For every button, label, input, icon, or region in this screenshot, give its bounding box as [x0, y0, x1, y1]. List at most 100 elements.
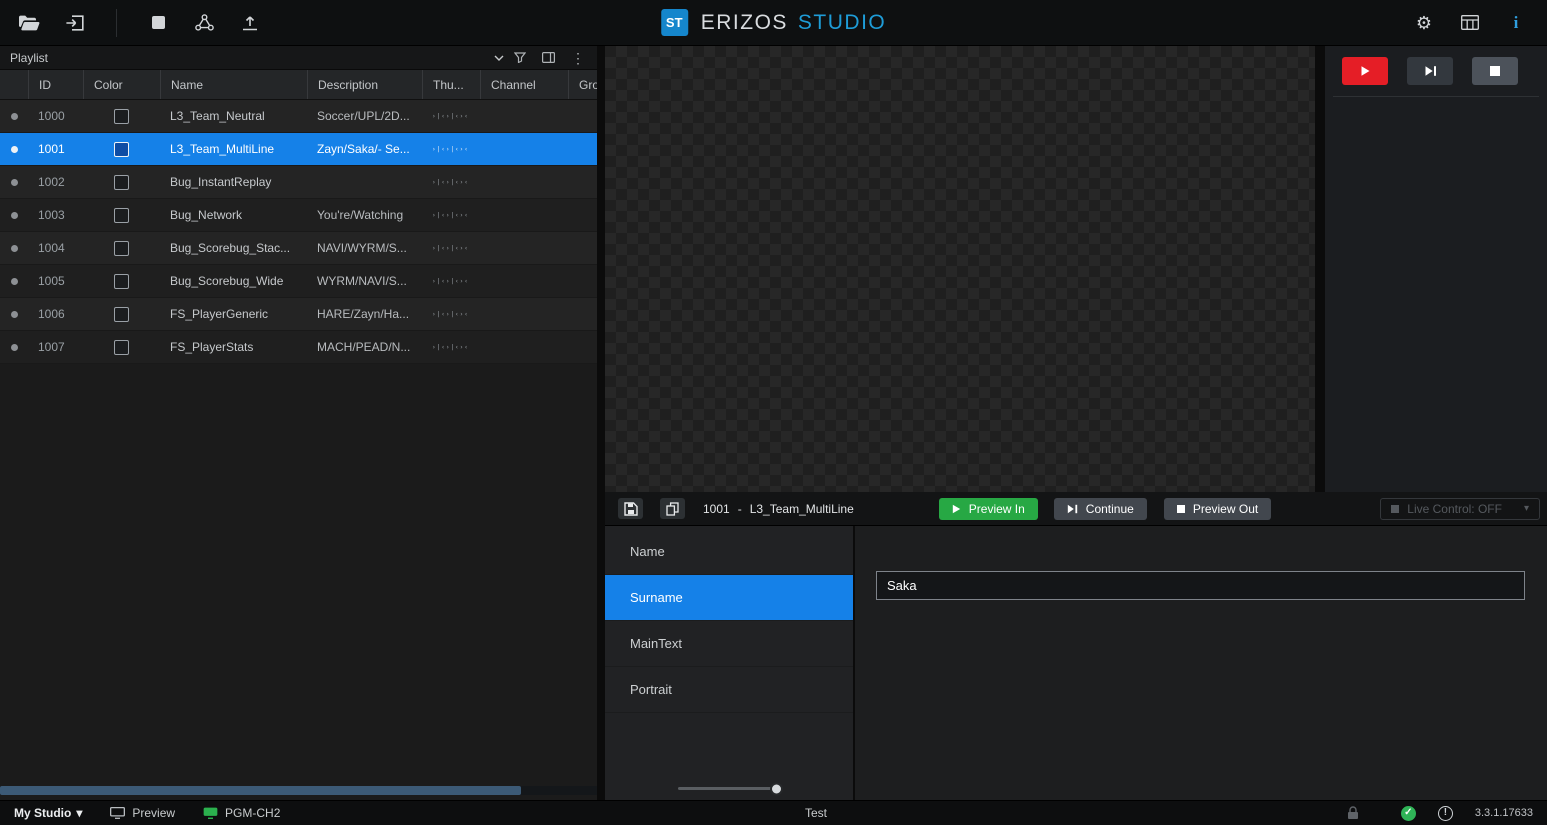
copy-button[interactable]: [660, 498, 685, 519]
row-id: 1004: [28, 232, 83, 264]
center-region: 1001 - L3_Team_MultiLine Preview In Cont…: [605, 46, 1547, 800]
open-folder-button[interactable]: [16, 9, 42, 37]
row-id: 1000: [28, 100, 83, 132]
row-name: Bug_Scorebug_Stac...: [160, 232, 307, 264]
column-header-channel[interactable]: Channel: [480, 70, 568, 99]
filter-button[interactable]: [514, 52, 526, 63]
property-item-name[interactable]: Name: [605, 529, 853, 575]
connection-ok-indicator[interactable]: ✓: [1401, 806, 1416, 821]
save-button[interactable]: [618, 498, 643, 519]
playlist-title: Playlist: [10, 51, 48, 65]
layout-button[interactable]: [1457, 9, 1483, 37]
row-color-checkbox[interactable]: [114, 208, 129, 223]
program-channel-indicator[interactable]: PGM-CH2: [203, 806, 280, 820]
table-row[interactable]: 1002 Bug_InstantReplay ›|‹›|‹›‹: [0, 166, 597, 199]
horizontal-scrollbar[interactable]: [0, 786, 597, 795]
funnel-icon: [514, 52, 526, 63]
continue-button[interactable]: Continue: [1054, 498, 1147, 520]
table-row[interactable]: 1006 FS_PlayerGeneric HARE/Zayn/Ha... ›|…: [0, 298, 597, 331]
playlist-body: 1000 L3_Team_Neutral Soccer/UPL/2D... ›|…: [0, 100, 597, 364]
studio-selector[interactable]: My Studio ▾: [14, 806, 82, 820]
engine-logo-icon: ›|‹›|‹›‹: [432, 212, 469, 219]
save-icon: [624, 502, 638, 516]
column-header-id[interactable]: ID: [28, 70, 83, 99]
row-channel: [480, 133, 568, 165]
preview-out-button[interactable]: Preview Out: [1164, 498, 1271, 520]
table-row[interactable]: 1003 Bug_Network You're/Watching ›|‹›|‹›…: [0, 199, 597, 232]
column-header-grou[interactable]: Grou...: [568, 70, 597, 99]
next-button[interactable]: [1407, 57, 1453, 85]
property-value-editor: [855, 526, 1547, 800]
import-icon: [66, 15, 84, 31]
playlist-header-tools: ⋮: [514, 51, 589, 65]
playlist-menu-button[interactable]: ⋮: [571, 51, 585, 65]
property-item-portrait[interactable]: Portrait: [605, 667, 853, 713]
column-header-name[interactable]: Name: [160, 70, 307, 99]
about-button[interactable]: i: [1503, 9, 1529, 37]
slider-knob[interactable]: [770, 782, 783, 795]
row-name: Bug_Network: [160, 199, 307, 231]
stop-button[interactable]: [1472, 57, 1518, 85]
row-description: MACH/PEAD/N...: [307, 331, 422, 363]
table-row[interactable]: 1007 FS_PlayerStats MACH/PEAD/N... ›|‹›|…: [0, 331, 597, 364]
brand-primary: ERIZOS: [701, 11, 788, 34]
table-row[interactable]: 1000 L3_Team_Neutral Soccer/UPL/2D... ›|…: [0, 100, 597, 133]
row-color-checkbox[interactable]: [114, 340, 129, 355]
row-color-checkbox[interactable]: [114, 142, 129, 157]
preview-channel-indicator[interactable]: Preview: [110, 806, 175, 820]
lock-indicator[interactable]: [1347, 806, 1359, 820]
property-item-surname[interactable]: Surname: [605, 575, 853, 621]
table-row[interactable]: 1001 L3_Team_MultiLine Zayn/Saka/- Se...…: [0, 133, 597, 166]
property-item-maintext[interactable]: MainText: [605, 621, 853, 667]
property-value-input[interactable]: [876, 571, 1525, 600]
row-description: WYRM/NAVI/S...: [307, 265, 422, 297]
app-title: ERIZOSSTUDIO: [701, 11, 887, 35]
preview-channel-label: Preview: [132, 806, 175, 820]
engine-logo-icon: ›|‹›|‹›‹: [432, 311, 469, 318]
preview-in-button[interactable]: Preview In: [939, 498, 1038, 520]
row-group: [568, 199, 597, 231]
panel-icon: [542, 52, 555, 63]
import-playlist-button[interactable]: [62, 9, 88, 37]
cluster-button[interactable]: [191, 9, 217, 37]
lock-icon: [1347, 806, 1359, 820]
column-header-thu[interactable]: Thu...: [422, 70, 480, 99]
stop-icon: [1177, 505, 1185, 513]
transport-buttons: [1325, 46, 1547, 85]
settings-button[interactable]: ⚙: [1411, 9, 1437, 37]
row-color-checkbox[interactable]: [114, 307, 129, 322]
current-item-separator: -: [738, 502, 742, 516]
scrollbar-thumb[interactable]: [0, 786, 521, 795]
row-description: Soccer/UPL/2D...: [307, 100, 422, 132]
toggle-panel-button[interactable]: [542, 52, 555, 63]
stop-all-button[interactable]: [145, 9, 171, 37]
info-icon: i: [1514, 13, 1519, 33]
row-color-checkbox[interactable]: [114, 241, 129, 256]
list-zoom-slider[interactable]: [605, 787, 853, 790]
statusbar: My Studio ▾ Preview PGM-CH2 Test: [0, 800, 1547, 825]
column-header-color[interactable]: Color: [83, 70, 160, 99]
preview-canvas: [605, 46, 1315, 492]
row-name: Bug_InstantReplay: [160, 166, 307, 198]
live-control-dropdown[interactable]: Live Control: OFF ▾: [1380, 498, 1540, 520]
column-header-status: [0, 70, 28, 99]
row-description: NAVI/WYRM/S...: [307, 232, 422, 264]
slider-track[interactable]: [678, 787, 780, 790]
row-color-checkbox[interactable]: [114, 274, 129, 289]
row-color-checkbox[interactable]: [114, 175, 129, 190]
column-header-description[interactable]: Description: [307, 70, 422, 99]
notifications-indicator[interactable]: !: [1438, 806, 1453, 821]
engine-logo-icon: ›|‹›|‹›‹: [432, 179, 469, 186]
play-icon: [1359, 65, 1371, 77]
play-button[interactable]: [1342, 57, 1388, 85]
playlist-selector[interactable]: Playlist: [10, 51, 514, 65]
row-description: You're/Watching: [307, 199, 422, 231]
row-description: Zayn/Saka/- Se...: [307, 133, 422, 165]
table-row[interactable]: 1005 Bug_Scorebug_Wide WYRM/NAVI/S... ›|…: [0, 265, 597, 298]
upload-button[interactable]: [237, 9, 263, 37]
row-group: [568, 166, 597, 198]
row-color-checkbox[interactable]: [114, 109, 129, 124]
row-channel: [480, 166, 568, 198]
table-row[interactable]: 1004 Bug_Scorebug_Stac... NAVI/WYRM/S...…: [0, 232, 597, 265]
panel-divider: [597, 46, 605, 800]
